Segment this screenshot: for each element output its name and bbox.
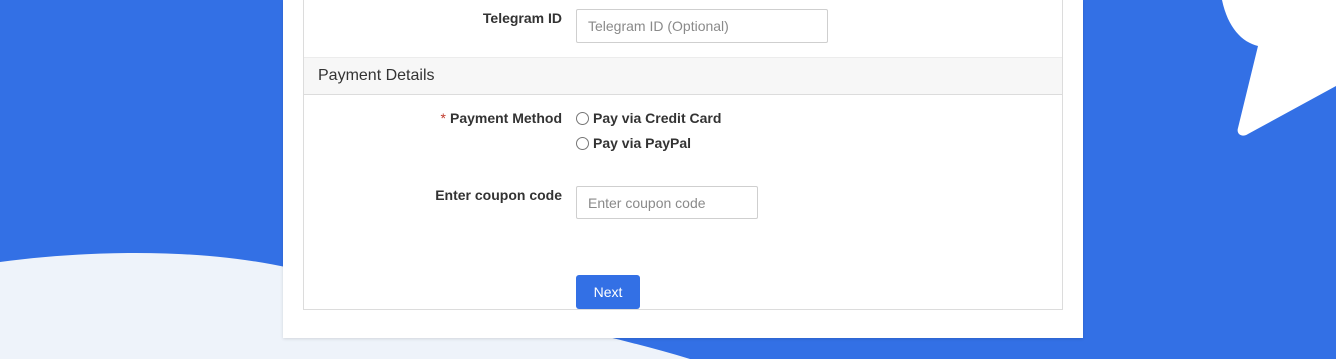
payment-details-header: Payment Details xyxy=(304,57,1062,95)
payment-option-credit-card[interactable]: Pay via Credit Card xyxy=(576,110,721,126)
coupon-code-input[interactable] xyxy=(576,186,758,219)
next-button[interactable]: Next xyxy=(576,275,640,309)
telegram-id-label: Telegram ID xyxy=(482,10,562,26)
payment-method-label-row: * Payment Method xyxy=(322,110,562,126)
credit-card-radio[interactable] xyxy=(576,111,589,125)
paypal-radio[interactable] xyxy=(576,136,589,150)
required-marker: * xyxy=(440,110,446,126)
form-card: Telegram ID Payment Details *Payment Met… xyxy=(283,0,1083,338)
payment-option-paypal[interactable]: Pay via PayPal xyxy=(576,135,691,151)
telegram-id-input[interactable] xyxy=(576,9,828,43)
form-panel: Telegram ID Payment Details *Payment Met… xyxy=(303,0,1063,310)
paypal-option-label: Pay via PayPal xyxy=(593,135,692,151)
payment-details-title: Payment Details xyxy=(318,67,435,84)
coupon-code-label: Enter coupon code xyxy=(435,187,562,203)
payment-method-label: Payment Method xyxy=(449,110,562,126)
chat-bubble-decoration xyxy=(1222,0,1336,136)
credit-card-option-label: Pay via Credit Card xyxy=(593,110,722,126)
